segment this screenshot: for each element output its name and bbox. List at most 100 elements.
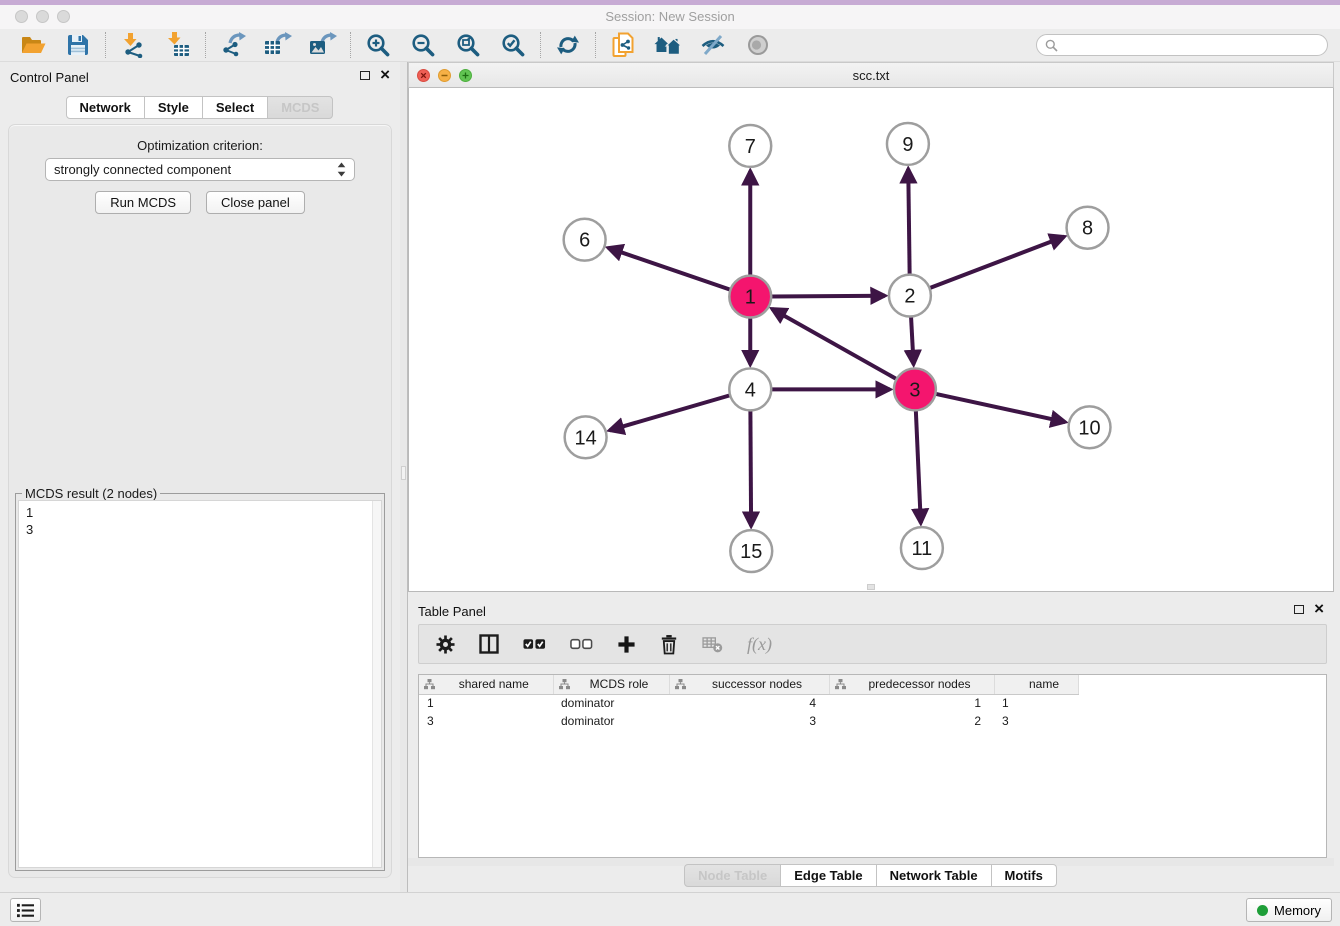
graph-node-2[interactable]: 2 [889, 275, 931, 317]
refresh-view-button[interactable] [554, 31, 582, 59]
network-canvas[interactable]: 7 9 6 8 1 2 4 3 14 10 15 11 [408, 88, 1334, 592]
graph-edge-2-9[interactable] [908, 169, 909, 275]
tab-node-table[interactable]: Node Table [684, 864, 781, 887]
close-table-panel-icon[interactable]: × [1314, 603, 1324, 615]
graph-edge-1-6[interactable] [608, 248, 730, 290]
split-table-button[interactable] [479, 630, 499, 658]
mcds-result-title: MCDS result (2 nodes) [22, 486, 160, 501]
cell-name[interactable]: 3 [994, 712, 1078, 730]
table-row[interactable]: 3 dominator 3 2 3 [419, 712, 1078, 730]
optimization-criterion-dropdown[interactable]: strongly connected component [45, 158, 355, 181]
network-graph[interactable]: 7 9 6 8 1 2 4 3 14 10 15 11 [409, 88, 1333, 591]
cell-successor-nodes[interactable]: 3 [669, 712, 829, 730]
zoom-selected-button[interactable] [499, 31, 527, 59]
close-window-button[interactable] [15, 10, 28, 23]
select-all-rows-button[interactable] [523, 630, 546, 658]
home-layout-button[interactable] [654, 31, 682, 59]
network-minimize-icon[interactable] [438, 69, 451, 82]
tab-network[interactable]: Network [66, 96, 145, 119]
graph-node-14[interactable]: 14 [565, 416, 607, 458]
tab-style[interactable]: Style [144, 96, 203, 119]
close-panel-button[interactable]: Close panel [206, 191, 305, 214]
tab-select[interactable]: Select [202, 96, 268, 119]
network-close-icon[interactable] [417, 69, 430, 82]
graph-node-7[interactable]: 7 [729, 125, 771, 167]
tab-motifs[interactable]: Motifs [991, 864, 1057, 887]
column-header-name[interactable]: name [994, 675, 1078, 694]
graph-node-15[interactable]: 15 [730, 530, 772, 572]
zoom-in-button[interactable] [364, 31, 392, 59]
cell-mcds-role[interactable]: dominator [553, 694, 669, 712]
tab-mcds[interactable]: MCDS [267, 96, 333, 119]
graph-node-4[interactable]: 4 [729, 368, 771, 410]
cell-shared-name[interactable]: 1 [419, 694, 553, 712]
network-titlebar[interactable]: scc.txt [408, 62, 1334, 88]
graph-edge-3-1[interactable] [772, 309, 897, 379]
search-field[interactable] [1036, 34, 1328, 56]
table-row[interactable]: 1 dominator 4 1 1 [419, 694, 1078, 712]
cell-name[interactable]: 1 [994, 694, 1078, 712]
graph-edge-4-14[interactable] [610, 395, 731, 430]
graph-node-8[interactable]: 8 [1067, 207, 1109, 249]
function-builder-button[interactable]: f(x) [747, 630, 772, 658]
close-panel-icon[interactable]: × [380, 69, 390, 81]
show-hidden-button[interactable] [744, 31, 772, 59]
result-scrollbar[interactable] [372, 501, 381, 867]
graph-edge-3-10[interactable] [935, 394, 1065, 422]
graph-edge-1-2[interactable] [771, 296, 885, 297]
deselect-all-rows-button[interactable] [570, 630, 593, 658]
export-image-button[interactable] [309, 31, 337, 59]
zoom-window-button[interactable] [57, 10, 70, 23]
hide-selected-button[interactable] [699, 31, 727, 59]
run-mcds-button[interactable]: Run MCDS [95, 191, 191, 214]
column-header-shared-name[interactable]: shared name [419, 675, 553, 694]
graph-node-11[interactable]: 11 [901, 527, 943, 569]
mcds-result-text[interactable]: 1 3 [18, 500, 382, 868]
memory-button[interactable]: Memory [1246, 898, 1332, 922]
task-history-button[interactable] [10, 898, 41, 922]
zoom-fit-button[interactable] [454, 31, 482, 59]
cell-mcds-role[interactable]: dominator [553, 712, 669, 730]
tab-network-table[interactable]: Network Table [876, 864, 992, 887]
import-network-button[interactable] [119, 31, 147, 59]
graph-edge-2-8[interactable] [929, 237, 1064, 288]
import-table-button[interactable] [164, 31, 192, 59]
cell-predecessor-nodes[interactable]: 1 [829, 694, 994, 712]
graph-edge-4-15[interactable] [750, 410, 751, 526]
graph-edge-3-11[interactable] [916, 410, 921, 523]
graph-node-3[interactable]: 3 [894, 368, 936, 410]
duplicate-network-button[interactable] [609, 31, 637, 59]
column-settings-button[interactable] [436, 630, 455, 658]
cell-shared-name[interactable]: 3 [419, 712, 553, 730]
column-header-successor-nodes[interactable]: successor nodes [669, 675, 829, 694]
graph-node-9[interactable]: 9 [887, 123, 929, 165]
open-session-button[interactable] [19, 31, 47, 59]
cell-predecessor-nodes[interactable]: 2 [829, 712, 994, 730]
cell-successor-nodes[interactable]: 4 [669, 694, 829, 712]
unchecked-boxes-icon [570, 638, 593, 650]
graph-node-6[interactable]: 6 [564, 219, 606, 261]
divider-handle[interactable] [401, 466, 406, 480]
save-session-button[interactable] [64, 31, 92, 59]
graph-node-10[interactable]: 10 [1069, 406, 1111, 448]
canvas-resize-handle[interactable] [867, 584, 875, 590]
zoom-out-button[interactable] [409, 31, 437, 59]
delete-table-button[interactable] [702, 630, 723, 658]
graph-edge-2-3[interactable] [911, 317, 914, 365]
panel-divider[interactable] [400, 62, 408, 892]
network-maximize-icon[interactable] [459, 69, 472, 82]
delete-column-button[interactable] [660, 630, 678, 658]
minimize-window-button[interactable] [36, 10, 49, 23]
float-panel-icon[interactable] [360, 71, 370, 80]
export-network-button[interactable] [219, 31, 247, 59]
zoom-fit-icon [455, 32, 481, 58]
tab-edge-table[interactable]: Edge Table [780, 864, 876, 887]
window-controls [15, 10, 70, 23]
graph-node-1[interactable]: 1 [729, 276, 771, 318]
column-header-mcds-role[interactable]: MCDS role [553, 675, 669, 694]
search-input[interactable] [1058, 38, 1319, 52]
column-header-predecessor-nodes[interactable]: predecessor nodes [829, 675, 994, 694]
float-table-panel-icon[interactable] [1294, 605, 1304, 614]
export-table-button[interactable] [264, 31, 292, 59]
add-column-button[interactable] [617, 630, 636, 658]
